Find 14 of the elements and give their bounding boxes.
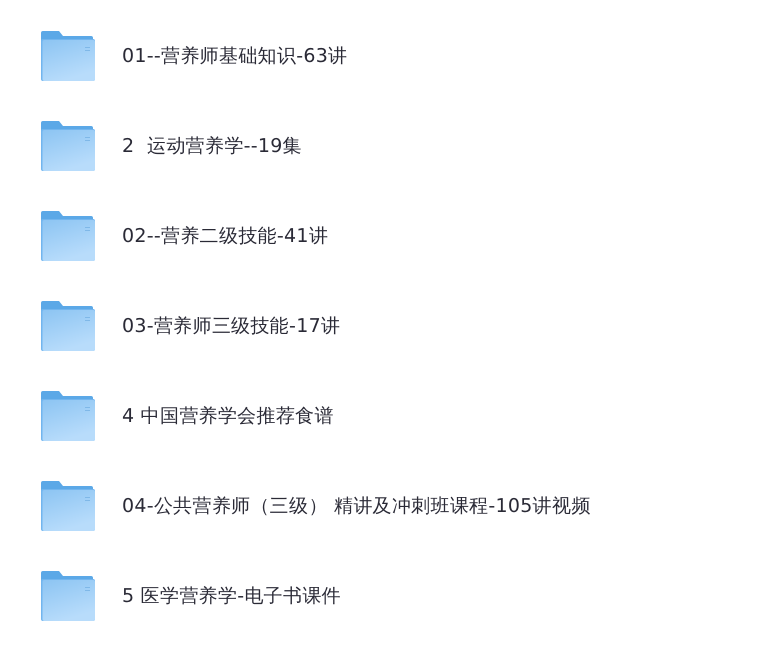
folder-icon[interactable] <box>41 211 95 261</box>
folder-icon[interactable] <box>41 481 95 531</box>
folder-icon[interactable] <box>41 391 95 441</box>
folder-name[interactable]: 02--营养二级技能-41讲 <box>122 223 328 249</box>
folder-name[interactable]: 03-营养师三级技能-17讲 <box>122 313 340 339</box>
folder-name[interactable]: 2 运动营养学--19集 <box>122 133 302 159</box>
folder-icon[interactable] <box>41 31 95 81</box>
folder-name[interactable]: 04-公共营养师（三级） 精讲及冲刺班课程-105讲视频 <box>122 493 591 519</box>
folder-icon[interactable] <box>41 571 95 621</box>
folder-icon[interactable] <box>41 301 95 351</box>
folder-name[interactable]: 01--营养师基础知识-63讲 <box>122 43 348 69</box>
folder-name[interactable]: 5 医学营养学-电子书课件 <box>122 583 341 609</box>
folder-name[interactable]: 4 中国营养学会推荐食谱 <box>122 403 334 429</box>
folder-icon[interactable] <box>41 121 95 171</box>
